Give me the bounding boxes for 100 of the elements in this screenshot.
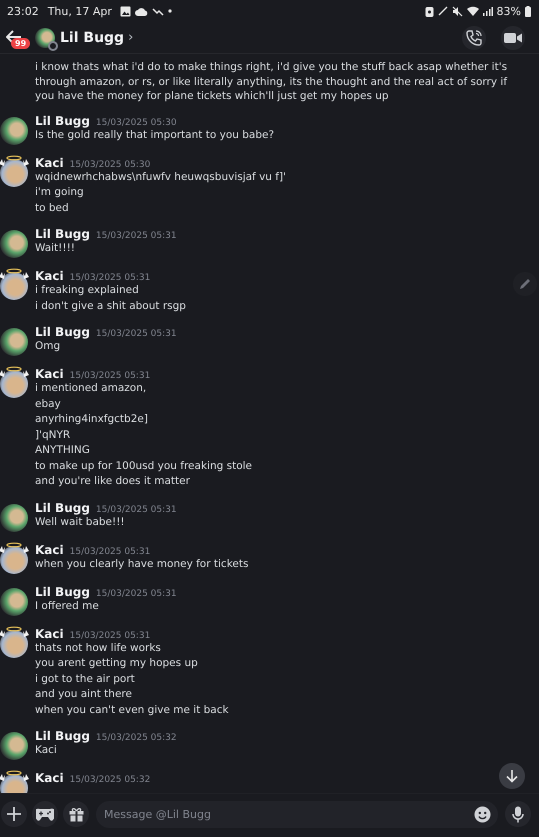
signal-icon	[482, 6, 493, 16]
avatar[interactable]	[0, 588, 28, 616]
halo-wings-icon	[0, 268, 29, 280]
message-text: ebay	[35, 396, 61, 412]
author-name[interactable]: Lil Bugg	[35, 114, 90, 128]
timestamp: 15/03/2025 05:31	[70, 630, 150, 642]
timestamp: 15/03/2025 05:31	[96, 328, 177, 341]
message-text: i mentioned amazon,	[35, 381, 146, 396]
author-name[interactable]: Kaci	[35, 626, 64, 640]
author-name[interactable]: Lil Bugg	[35, 325, 90, 339]
unread-badge: 99	[11, 38, 30, 48]
halo-wings-icon	[0, 366, 29, 378]
avatar[interactable]	[0, 370, 28, 398]
author-name[interactable]: Lil Bugg	[35, 500, 90, 514]
wifi-icon	[466, 6, 479, 16]
message-text: i freaking explained	[35, 283, 139, 298]
emoji-icon[interactable]	[474, 806, 491, 822]
message-text: Well wait babe!!!	[35, 515, 125, 530]
gamepad-button[interactable]	[32, 801, 58, 827]
pencil-icon	[518, 277, 532, 291]
timestamp: 15/03/2025 05:31	[96, 588, 177, 600]
pen-icon	[438, 6, 448, 16]
message-text: anyrhing4inxfgctb2e]	[35, 412, 148, 427]
lock-icon	[424, 6, 434, 16]
message-text: i'm going	[35, 185, 84, 200]
chevron[interactable]: ›	[128, 30, 134, 45]
mute-icon	[452, 6, 463, 16]
channel-title[interactable]: Lil Bugg	[60, 30, 124, 46]
halo-wings-icon	[0, 626, 29, 638]
author-name[interactable]: Kaci	[35, 542, 64, 556]
avatar[interactable]	[0, 630, 28, 658]
avatar[interactable]	[0, 272, 28, 300]
trend-icon	[152, 6, 164, 16]
timestamp: 15/03/2025 05:31	[70, 272, 150, 285]
message-text: thats not how life works	[35, 640, 161, 656]
call-button[interactable]	[462, 26, 486, 50]
avatar[interactable]	[0, 732, 28, 760]
avatar[interactable]	[0, 546, 28, 574]
phone-icon	[466, 30, 482, 46]
message-text: you arent getting my hopes up	[35, 656, 198, 671]
message-text: i don't give a shit about rsgp	[35, 298, 186, 314]
status-date: Thu, 17 Apr	[48, 4, 112, 18]
edit-button[interactable]	[513, 272, 537, 296]
timestamp: 15/03/2025 05:31	[96, 230, 177, 243]
gift-icon	[68, 806, 84, 822]
timestamp: 15/03/2025 05:30	[70, 158, 150, 172]
halo-wings-icon	[0, 770, 29, 782]
message-text: i know thats what i'd do to make things right, i'd give you the stuff back asap whether it's through amazon, or rs, or like literally anything, its the thought and the real act of sorry if you have the money for plane tickets which'll just get my hopes up	[35, 60, 508, 104]
message-text: to bed	[35, 200, 69, 216]
gift-button[interactable]	[63, 801, 89, 827]
timestamp: 15/03/2025 05:31	[70, 546, 150, 558]
author-name[interactable]: Kaci	[35, 269, 64, 283]
dot-icon	[168, 9, 172, 13]
avatar[interactable]	[0, 116, 28, 144]
author-name[interactable]: Kaci	[35, 771, 64, 785]
message-text: when you can't even give me it back	[35, 702, 229, 718]
message-text: Is the gold really that important to you babe?	[35, 128, 274, 142]
halo-wings-icon	[0, 154, 29, 166]
avatar[interactable]	[35, 28, 55, 48]
author-name[interactable]: Kaci	[35, 156, 64, 170]
timestamp: 15/03/2025 05:30	[96, 116, 177, 130]
message-input[interactable]: Message @Lil Bugg	[96, 800, 498, 828]
avatar[interactable]	[0, 158, 28, 186]
video-camera-icon	[504, 32, 522, 44]
image-icon	[120, 6, 131, 16]
add-button[interactable]	[1, 801, 27, 827]
message-text: and you aint there	[35, 687, 132, 702]
avatar[interactable]	[0, 230, 28, 258]
plus-icon	[7, 807, 21, 821]
scroll-down-button[interactable]	[499, 763, 525, 789]
timestamp: 15/03/2025 05:31	[96, 504, 177, 516]
message-text: Kaci	[35, 743, 57, 758]
avatar[interactable]	[0, 328, 28, 356]
message-text: wqidnewrhchabws\nfuwfv heuwqsbuvisjaf vu f]'	[35, 170, 286, 184]
message-text: Omg	[35, 339, 60, 354]
message-text: I offered me	[35, 599, 99, 614]
battery-percent: 83%	[496, 4, 521, 18]
message-text: i got to the air port	[35, 672, 135, 686]
cloud-icon	[134, 6, 148, 16]
message-text: and you're like does it matter	[35, 474, 190, 489]
author-name[interactable]: Kaci	[35, 367, 64, 381]
gamepad-icon	[36, 808, 54, 820]
author-name[interactable]: Lil Bugg	[35, 729, 90, 743]
microphone-icon	[512, 806, 524, 822]
timestamp: 15/03/2025 05:32	[70, 774, 150, 787]
message-text: ]'qNYR	[35, 428, 70, 442]
message-text: when you clearly have money for tickets	[35, 556, 248, 572]
message-text: ANYTHING	[35, 443, 90, 458]
video-button[interactable]	[501, 26, 525, 50]
message-text: Wait!!!!	[35, 241, 76, 256]
author-name[interactable]: Lil Bugg	[35, 584, 90, 598]
timestamp: 15/03/2025 05:32	[96, 732, 177, 745]
status-dot	[48, 40, 58, 50]
timestamp: 15/03/2025 05:31	[70, 370, 150, 383]
author-name[interactable]: Lil Bugg	[35, 227, 90, 241]
arrow-down-icon	[506, 769, 518, 783]
avatar[interactable]	[0, 504, 28, 532]
microphone-button[interactable]	[505, 801, 531, 827]
halo-wings-icon	[0, 542, 29, 554]
status-time: 23:02	[7, 4, 39, 18]
